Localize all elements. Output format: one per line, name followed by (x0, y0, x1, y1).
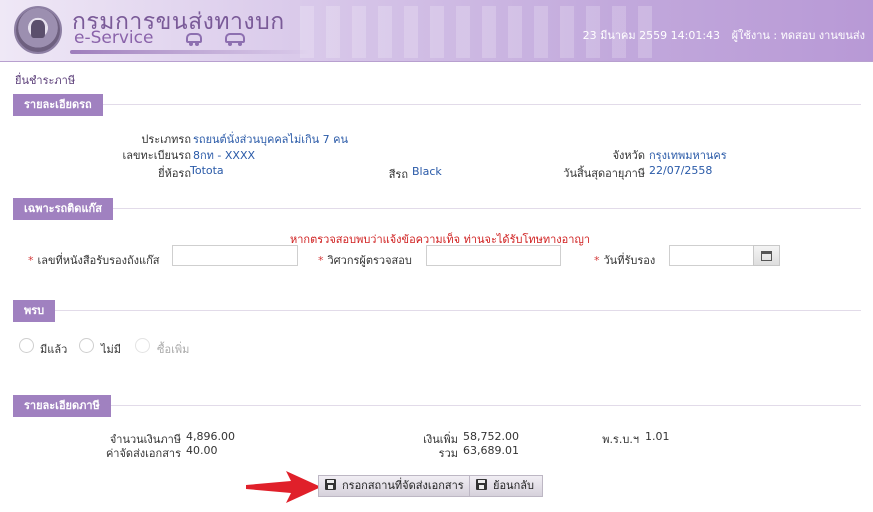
brand-road-decoration (70, 50, 310, 54)
radio-no-insurance[interactable] (79, 338, 94, 353)
shipping-fee-label: ค่าจัดส่งเอกสาร (105, 447, 181, 460)
province-label: จังหวัด (612, 149, 645, 162)
section-divider (13, 104, 861, 105)
car-icon (186, 33, 202, 46)
section-divider (13, 310, 861, 311)
required-marker: * (318, 254, 324, 267)
radio-buy-insurance (135, 338, 150, 353)
back-button-label: ย้อนกลับ (493, 479, 534, 492)
plate-label: เลขทะเบียนรถ (122, 149, 191, 162)
radio-has-insurance-label[interactable]: มีแล้ว (40, 340, 67, 358)
tax-expiry-value: 22/07/2558 (649, 164, 713, 177)
calendar-icon (761, 251, 772, 261)
save-icon (476, 479, 487, 490)
required-marker: * (594, 254, 600, 267)
red-pointer-arrow (246, 471, 321, 503)
act-insurance-value: 1.01 (645, 430, 670, 443)
tax-amount-value: 4,896.00 (186, 430, 235, 443)
date-picker-button[interactable] (753, 245, 780, 266)
brand-title-english: e-Service (74, 28, 154, 48)
certify-date-label-text: วันที่รับรอง (603, 254, 656, 267)
save-icon (325, 479, 336, 490)
tax-expiry-label: วันสิ้นสุดอายุภาษี (563, 167, 645, 180)
total-label: รวม (438, 447, 458, 460)
act-insurance-label: พ.ร.บ.ฯ (602, 433, 639, 446)
total-value: 63,689.01 (463, 444, 519, 457)
radio-buy-insurance-label: ซื้อเพิ่ม (157, 343, 190, 356)
surcharge-value: 58,752.00 (463, 430, 519, 443)
app-header: กรมการขนส่งทางบก e-Service 23 มีนาคม 255… (0, 0, 873, 62)
certify-date-label: * วันที่รับรอง (594, 251, 655, 269)
section-title-gas: เฉพาะรถติดแก๊ส (13, 198, 113, 220)
shipping-fee-value: 40.00 (186, 444, 218, 457)
radio-has-insurance[interactable] (19, 338, 34, 353)
section-title-vehicle: รายละเอียดรถ (13, 94, 103, 116)
header-user[interactable]: ผู้ใช้งาน : ทดสอบ งานขนส่ง (732, 29, 865, 42)
color-label: สีรถ (388, 168, 408, 181)
department-seal-logo (14, 6, 62, 54)
brand-label: ยี่ห้อรถ (158, 167, 191, 180)
header-datetime: 23 มีนาคม 2559 14:01:43 (582, 29, 721, 42)
bus-icon (225, 33, 245, 46)
section-title-tax: รายละเอียดภาษี (13, 395, 111, 417)
breadcrumb[interactable]: ยื่นชำระภาษี (15, 71, 75, 89)
fill-delivery-address-button[interactable]: กรอกสถานที่จัดส่งเอกสาร (318, 475, 473, 497)
header-info: 23 มีนาคม 2559 14:01:43 ผู้ใช้งาน : ทดสอ… (575, 26, 865, 44)
back-button[interactable]: ย้อนกลับ (469, 475, 543, 497)
province-value: กรุงเทพมหานคร (649, 149, 727, 162)
arrow-shape (246, 471, 321, 503)
radio-no-insurance-label[interactable]: ไม่มี (101, 340, 121, 358)
gas-cert-number-input[interactable] (172, 245, 298, 266)
gas-cert-label-text: เลขที่หนังสือรับรองถังแก๊ส (37, 254, 160, 267)
engineer-input[interactable] (426, 245, 561, 266)
required-marker: * (28, 254, 34, 267)
engineer-label: * วิศวกรผู้ตรวจสอบ (318, 251, 412, 269)
section-divider (13, 405, 861, 406)
engineer-label-text: วิศวกรผู้ตรวจสอบ (327, 254, 412, 267)
section-divider (13, 208, 861, 209)
gas-cert-label: * เลขที่หนังสือรับรองถังแก๊ส (28, 251, 160, 269)
color-value: Black (412, 165, 442, 178)
plate-value: 8กท - XXXX (193, 149, 256, 162)
certify-date-input[interactable] (669, 245, 754, 266)
section-title-insurance: พรบ (13, 300, 56, 322)
fill-delivery-address-label: กรอกสถานที่จัดส่งเอกสาร (342, 479, 464, 492)
brand-value: Totota (190, 164, 224, 177)
